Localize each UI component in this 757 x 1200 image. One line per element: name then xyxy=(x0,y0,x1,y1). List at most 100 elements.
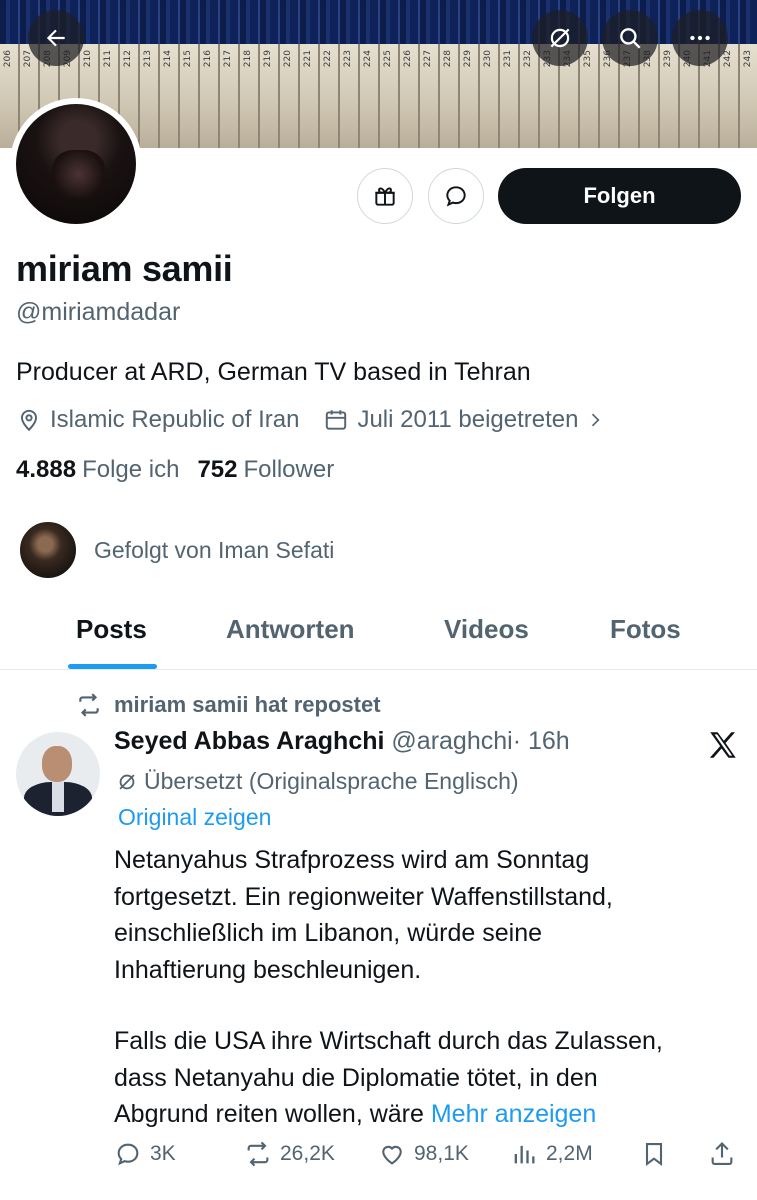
translate-small-icon xyxy=(119,773,135,790)
book-spine: 213 xyxy=(140,44,160,148)
post-line: fortgesetzt. Ein regionweiter Waffenstil… xyxy=(114,882,613,911)
avatar-face xyxy=(42,746,72,782)
post-time: · 16h xyxy=(512,727,570,755)
post-paragraph-2: Falls die USA ihre Wirtschaft durch das … xyxy=(114,1023,744,1133)
post-author[interactable]: Seyed Abbas Araghchi @araghchi· 16h xyxy=(114,727,570,756)
tab-posts[interactable]: Posts xyxy=(76,614,147,645)
book-spine-number: 216 xyxy=(203,50,213,68)
join-date[interactable]: Juli 2011 beigetreten xyxy=(323,406,612,434)
repost-label: miriam samii hat repostet xyxy=(114,692,381,717)
book-spine-number: 212 xyxy=(123,50,133,68)
book-spine: 232 xyxy=(520,44,540,148)
tab-photos[interactable]: Fotos xyxy=(610,614,681,645)
views-count: 2,2M xyxy=(546,1142,593,1165)
search-button[interactable] xyxy=(602,10,658,66)
book-spine: 243 xyxy=(740,44,757,148)
show-original-link[interactable]: Original zeigen xyxy=(118,804,271,831)
book-spine: 219 xyxy=(260,44,280,148)
following-label: Folge ich xyxy=(82,456,180,483)
book-spine-number: 213 xyxy=(143,50,153,68)
book-spine-number: 225 xyxy=(383,50,393,68)
book-spine: 231 xyxy=(500,44,520,148)
bookmark-button[interactable] xyxy=(640,1140,676,1168)
post-author-avatar[interactable] xyxy=(16,732,100,816)
book-spine: 221 xyxy=(300,44,320,148)
post-author-handle: @araghchi xyxy=(391,727,513,755)
book-spine-number: 219 xyxy=(263,50,273,68)
reply-icon xyxy=(117,1143,139,1166)
following-count: 4.888 xyxy=(16,456,77,483)
tab-videos[interactable]: Videos xyxy=(444,614,529,645)
location-text: Islamic Republic of Iran xyxy=(50,406,300,433)
book-spine: 216 xyxy=(200,44,220,148)
book-spine: 239 xyxy=(660,44,680,148)
book-spine-number: 211 xyxy=(103,50,113,68)
message-bubble-icon xyxy=(446,186,466,207)
x-logo-icon xyxy=(709,732,736,758)
book-spine: 230 xyxy=(480,44,500,148)
follow-button[interactable]: Folgen xyxy=(498,168,741,224)
avatar-photo xyxy=(16,104,136,224)
book-spine-number: 223 xyxy=(343,50,353,68)
post-line: einschließlich im Libanon, würde seine xyxy=(114,919,543,947)
reply-button[interactable]: 3K xyxy=(114,1140,176,1168)
share-button[interactable] xyxy=(708,1140,744,1168)
book-spine-number: 218 xyxy=(243,50,253,68)
book-spine: 235 xyxy=(580,44,600,148)
book-spine: 214 xyxy=(160,44,180,148)
views-chart-icon xyxy=(514,1145,535,1164)
followers-count-link[interactable]: 752 Follower xyxy=(197,456,334,484)
book-spine-number: 228 xyxy=(443,50,453,68)
post-line-last: Abgrund reiten wollen, wäre Mehr anzeige… xyxy=(114,1096,744,1133)
more-options-button[interactable] xyxy=(672,10,728,66)
book-spine-number: 226 xyxy=(403,50,413,68)
follow-counts: 4.888 Folge ich 752 Follower xyxy=(16,456,352,484)
translate-button[interactable] xyxy=(532,10,588,66)
book-spine: 226 xyxy=(400,44,420,148)
views-button[interactable]: 2,2M xyxy=(510,1140,593,1168)
book-spine-number: 227 xyxy=(423,50,433,68)
book-spine: 242 xyxy=(720,44,740,148)
gift-icon xyxy=(375,187,395,206)
repost-button[interactable]: 26,2K xyxy=(244,1140,335,1168)
profile-meta: Islamic Republic of Iran Juli 2011 beige… xyxy=(16,403,637,437)
profile-handle: @miriamdadar xyxy=(16,298,181,326)
followers-count: 752 xyxy=(197,456,238,483)
back-button[interactable] xyxy=(28,10,84,66)
calendar-icon xyxy=(326,410,347,430)
arrow-left-icon xyxy=(46,29,65,47)
book-spine: 229 xyxy=(460,44,480,148)
tab-replies[interactable]: Antworten xyxy=(226,614,355,645)
book-spine: 220 xyxy=(280,44,300,148)
book-spine: 227 xyxy=(420,44,440,148)
book-spine-number: 224 xyxy=(363,50,373,68)
profile-name: miriam samii xyxy=(16,248,233,289)
search-icon xyxy=(620,28,641,49)
book-spine: 225 xyxy=(380,44,400,148)
location-pin-icon xyxy=(20,409,38,432)
repost-indicator[interactable]: miriam samii hat repostet xyxy=(76,692,381,718)
like-button[interactable]: 98,1K xyxy=(378,1140,469,1168)
book-spine: 223 xyxy=(340,44,360,148)
post-actions: 3K 26,2K 98,1K 2,2M xyxy=(114,1140,744,1180)
book-spine-number: 235 xyxy=(583,50,593,68)
followed-by[interactable]: Gefolgt von Iman Sefati xyxy=(18,520,334,580)
book-spine-number: 206 xyxy=(3,50,13,68)
post-line: dass Netanyahu die Diplomatie tötet, in … xyxy=(114,1063,598,1092)
repost-count: 26,2K xyxy=(280,1142,335,1165)
translation-label: Übersetzt (Originalsprache Englisch) xyxy=(144,768,519,794)
post-author-name: Seyed Abbas Araghchi xyxy=(114,727,385,755)
following-count-link[interactable]: 4.888 Folge ich xyxy=(16,456,179,484)
book-spine: 228 xyxy=(440,44,460,148)
gift-button[interactable] xyxy=(357,168,413,224)
book-spine-number: 243 xyxy=(743,50,753,68)
post-line: Netanyahus Strafprozess wird am Sonntag xyxy=(114,846,590,874)
profile-avatar[interactable] xyxy=(10,98,142,230)
repost-action-icon xyxy=(247,1141,269,1167)
book-spine-number: 221 xyxy=(303,50,313,68)
followed-by-text: Gefolgt von Iman Sefati xyxy=(94,536,335,563)
show-more-link[interactable]: Mehr anzeigen xyxy=(431,1100,596,1128)
message-button[interactable] xyxy=(428,168,484,224)
book-spine-number: 220 xyxy=(283,50,293,68)
post-line: Inhaftierung beschleunigen. xyxy=(114,955,422,984)
